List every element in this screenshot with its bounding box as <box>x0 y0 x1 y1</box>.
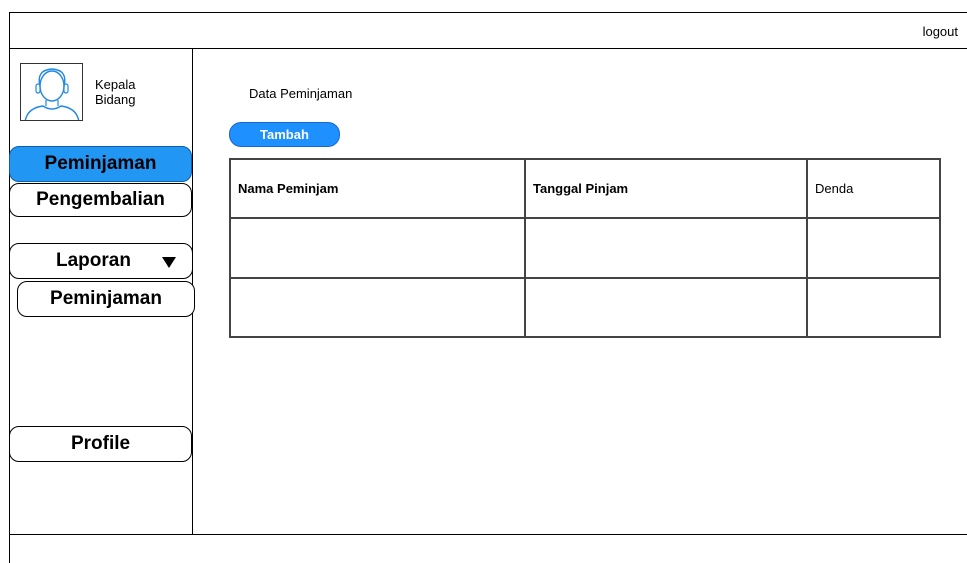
sidebar-item-laporan[interactable]: Laporan <box>9 243 193 279</box>
column-header-nama: Nama Peminjam <box>229 157 526 220</box>
column-header-tanggal: Tanggal Pinjam <box>524 157 808 220</box>
footer-divider <box>9 534 967 535</box>
user-icon <box>24 68 80 120</box>
role-line-1: Kepala <box>95 77 136 92</box>
sidebar-subitem-laporan-peminjaman[interactable]: Peminjaman <box>17 281 195 317</box>
table-cell <box>229 276 526 339</box>
page-title: Data Peminjaman <box>249 86 353 101</box>
logout-link[interactable]: logout <box>923 24 958 39</box>
role-line-2: Bidang <box>95 92 136 107</box>
sidebar-item-peminjaman[interactable]: Peminjaman <box>9 146 192 182</box>
table-row[interactable] <box>229 217 941 279</box>
sidebar-item-pengembalian[interactable]: Pengembalian <box>9 183 192 217</box>
table-cell <box>524 217 808 279</box>
add-button[interactable]: Tambah <box>229 122 340 147</box>
table-row[interactable] <box>229 276 941 339</box>
table-cell <box>806 217 941 279</box>
column-header-denda: Denda <box>806 157 941 220</box>
sidebar-item-label: Laporan <box>56 250 131 271</box>
header-divider <box>9 48 967 49</box>
peminjaman-table: Nama Peminjam Tanggal Pinjam Denda <box>229 157 941 339</box>
caret-down-icon <box>162 257 176 268</box>
avatar <box>20 63 83 121</box>
table-cell <box>806 276 941 339</box>
table-header-row: Nama Peminjam Tanggal Pinjam Denda <box>229 157 941 220</box>
table-cell <box>229 217 526 279</box>
user-role: Kepala Bidang <box>95 77 135 107</box>
sidebar-item-profile[interactable]: Profile <box>9 426 192 462</box>
table-cell <box>524 276 808 339</box>
